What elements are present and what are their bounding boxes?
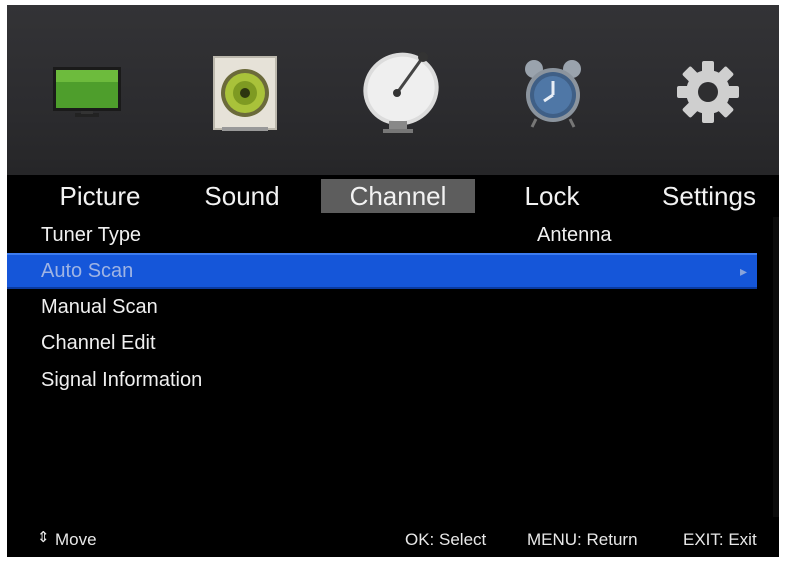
menu-item-channel-edit[interactable]: Channel Edit	[7, 325, 757, 361]
menu-item-tuner-type[interactable]: Tuner Type Antenna	[7, 217, 757, 253]
hint-move: Move	[55, 530, 97, 549]
menu-item-label: Signal Information	[41, 369, 203, 391]
tab-channel[interactable]: Channel	[321, 179, 475, 213]
alarm-clock-icon[interactable]	[522, 57, 584, 129]
tv-icon[interactable]	[51, 63, 123, 125]
tab-bar: Picture Sound Channel Lock Settings	[7, 175, 779, 217]
menu-item-signal-information[interactable]: Signal Information	[7, 362, 757, 398]
scrollbar[interactable]	[773, 217, 779, 517]
menu-item-label: Tuner Type	[41, 224, 142, 246]
tab-picture[interactable]: Picture	[45, 179, 155, 213]
chevron-right-icon: ▸	[739, 263, 747, 279]
tab-sound[interactable]: Sound	[187, 179, 297, 213]
hint-menu-return: MENU: Return	[527, 530, 638, 549]
icon-bar	[7, 5, 779, 175]
tv-menu-screen: Picture Sound Channel Lock Settings Tune…	[7, 5, 779, 557]
menu-item-auto-scan[interactable]: Auto Scan ▸	[7, 253, 757, 289]
hint-exit: EXIT: Exit	[683, 530, 757, 549]
up-down-arrows-icon: ⇕	[37, 529, 50, 546]
tab-settings[interactable]: Settings	[645, 179, 773, 213]
menu-item-label: Auto Scan	[41, 260, 134, 282]
menu-item-label: Channel Edit	[41, 332, 156, 354]
menu-item-manual-scan[interactable]: Manual Scan	[7, 289, 757, 325]
hint-ok-select: OK: Select	[405, 530, 487, 549]
satellite-dish-icon[interactable]	[357, 43, 447, 139]
tab-lock[interactable]: Lock	[497, 179, 607, 213]
menu-item-label: Manual Scan	[41, 296, 158, 318]
tuner-type-value: Antenna	[537, 224, 612, 246]
speaker-icon[interactable]	[212, 55, 278, 133]
footer-hints: ⇕ Move OK: Select MENU: Return EXIT: Exi…	[7, 525, 779, 555]
gear-icon[interactable]	[675, 59, 741, 125]
